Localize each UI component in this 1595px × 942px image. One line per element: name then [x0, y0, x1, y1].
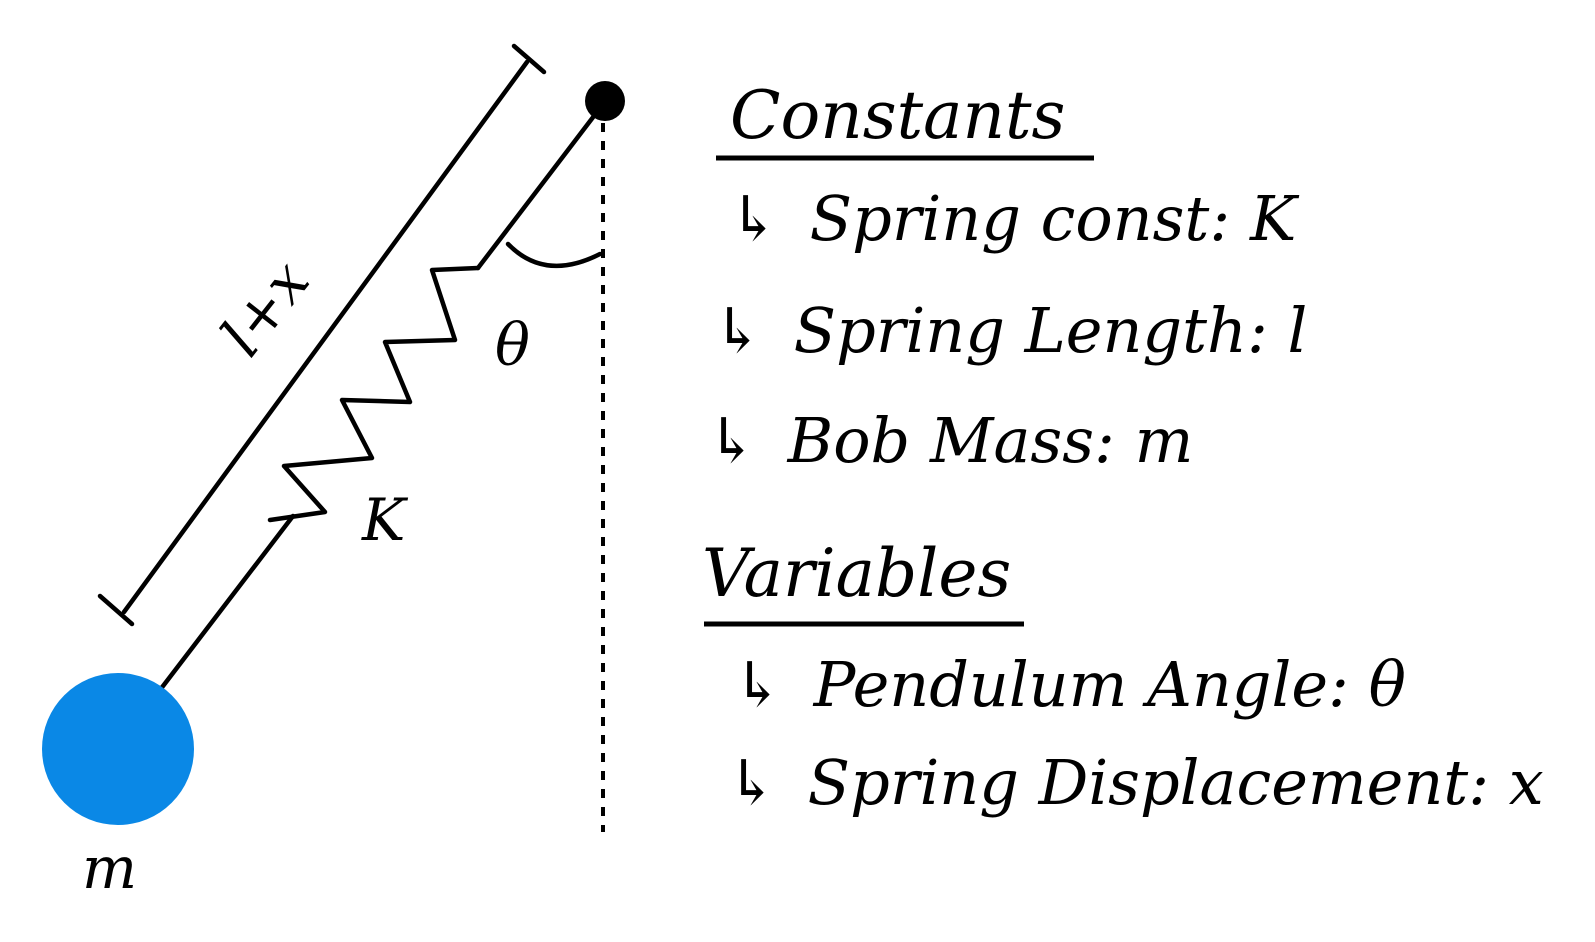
arrow-icon: ↳	[728, 182, 780, 255]
variable-item-pendulum-angle: ↳ Pendulum Angle: θ	[732, 648, 1406, 721]
spring-constant-label: K	[361, 486, 409, 554]
pendulum-rod-lower	[157, 513, 296, 693]
constants-heading: Constants	[730, 77, 1065, 154]
constant-item-bob-mass: ↳ Bob Mass: m	[706, 404, 1193, 477]
angle-arc	[505, 241, 603, 269]
length-dimension-cap-top	[511, 43, 547, 75]
mass-label: m	[82, 834, 137, 902]
arrow-icon: ↳	[712, 294, 764, 367]
pendulum-bob	[42, 673, 194, 825]
variables-heading: Variables	[702, 535, 1011, 612]
arrow-icon: ↳	[706, 404, 758, 477]
arrow-icon: ↳	[732, 648, 784, 721]
constant-item-spring-length: ↳ Spring Length: l	[712, 294, 1307, 367]
spring-pendulum-diagram: l+x K θ m Constants ↳ Spring const: K ↳ …	[42, 43, 1544, 902]
length-label: l+x	[207, 248, 322, 369]
angle-label: θ	[495, 311, 530, 379]
arrow-icon: ↳	[726, 746, 778, 819]
pivot-point	[585, 81, 625, 121]
variable-item-spring-displacement: ↳ Spring Displacement: x	[726, 746, 1544, 819]
pendulum-rod-upper	[475, 109, 600, 271]
length-dimension-line	[121, 59, 530, 615]
constant-item-spring-const: ↳ Spring const: K	[728, 182, 1300, 255]
